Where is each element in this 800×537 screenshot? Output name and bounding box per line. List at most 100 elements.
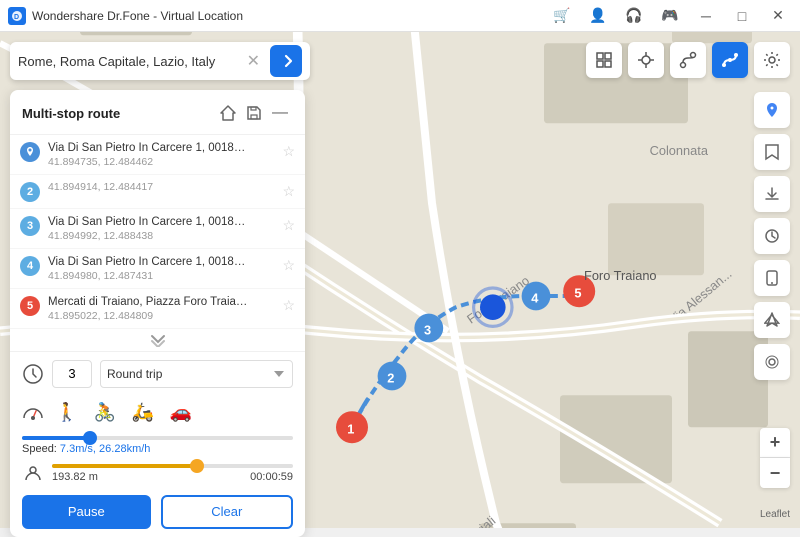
route-details-3: Via Di San Pietro In Carcere 1, 00187...… <box>48 215 282 242</box>
speed-slider-track[interactable] <box>22 436 293 440</box>
dist-slider-wrap: 193.82 m 00:00:59 <box>52 464 293 483</box>
svg-text:4: 4 <box>531 290 539 305</box>
transport-walk[interactable]: 🚶 <box>52 398 82 428</box>
game-icon[interactable]: 🎮 <box>656 5 684 27</box>
route-addr-4: Via Di San Pietro In Carcere 1, 00187... <box>48 255 248 270</box>
route-addr-3: Via Di San Pietro In Carcere 1, 00187... <box>48 215 248 230</box>
speed-kmh: 26.28km/h <box>99 443 150 455</box>
clock-icon <box>22 363 44 385</box>
main-area: Comune di Roma Mercati Ristorante Ulpia … <box>0 32 800 528</box>
cart-icon[interactable]: 🛒 <box>548 5 576 27</box>
trip-row: Round trip One way Infinite loop <box>22 360 293 388</box>
speed-row: Speed: 7.3m/s, 26.28km/h <box>22 436 293 455</box>
zoom-out-button[interactable]: − <box>760 458 790 488</box>
panel-export-button[interactable] <box>215 100 241 126</box>
route-details-5: Mercati di Traiano, Piazza Foro Traian..… <box>48 295 282 322</box>
search-input[interactable] <box>18 54 243 69</box>
route-num-1 <box>20 142 40 162</box>
route-num-2: 2 <box>20 182 40 202</box>
route-details-1: Via Di San Pietro In Carcere 1, 00186 Ro… <box>48 141 282 168</box>
trip-type-select[interactable]: Round trip One way Infinite loop <box>100 360 293 388</box>
route-num-3: 3 <box>20 216 40 236</box>
panel-save-button[interactable] <box>241 100 267 126</box>
route-num-4: 4 <box>20 256 40 276</box>
distance-slider-track[interactable] <box>52 464 293 468</box>
transport-scooter[interactable]: 🛵 <box>128 398 158 428</box>
speed-slider-wrap <box>22 436 293 440</box>
phone-button[interactable] <box>754 260 790 296</box>
route-coords-1: 41.894735, 12.484462 <box>48 156 282 168</box>
panel-header: Multi-stop route — <box>10 90 305 135</box>
chevron-down-icon <box>148 333 168 347</box>
minimize-button[interactable]: ─ <box>692 5 720 27</box>
route-coords-5: 41.895022, 12.484809 <box>48 310 282 322</box>
svg-text:3: 3 <box>424 322 431 337</box>
svg-text:Foro Traiano: Foro Traiano <box>584 268 657 283</box>
controls-area: Round trip One way Infinite loop 🚶 🚴 🛵 🚗 <box>10 352 305 537</box>
distance-row: 193.82 m 00:00:59 <box>22 463 293 485</box>
close-button[interactable]: ✕ <box>764 5 792 27</box>
search-submit-button[interactable] <box>270 45 302 77</box>
distance-time: 00:00:59 <box>250 471 293 483</box>
distance-icon <box>22 463 44 485</box>
route-star-1[interactable]: ☆ <box>282 143 295 160</box>
zoom-in-button[interactable]: + <box>760 428 790 458</box>
chevron-row[interactable] <box>10 329 305 352</box>
app-logo: D <box>8 7 26 25</box>
route-details-4: Via Di San Pietro In Carcere 1, 00187...… <box>48 255 282 282</box>
route-item: Via Di San Pietro In Carcere 1, 00186 Ro… <box>10 135 305 175</box>
headset-icon[interactable]: 🎧 <box>620 5 648 27</box>
pause-button[interactable]: Pause <box>22 495 151 529</box>
svg-text:2: 2 <box>387 370 394 385</box>
map-tool-multistop[interactable] <box>712 42 748 78</box>
map-tool-settings[interactable] <box>754 42 790 78</box>
location-button[interactable] <box>754 344 790 380</box>
map-toolbar <box>586 42 790 78</box>
route-addr-5: Mercati di Traiano, Piazza Foro Traian..… <box>48 295 248 310</box>
title-bar: D Wondershare Dr.Fone - Virtual Location… <box>0 0 800 32</box>
transport-car[interactable]: 🚗 <box>166 398 196 428</box>
route-coords-2: 41.894914, 12.484417 <box>48 181 282 193</box>
maximize-button[interactable]: □ <box>728 5 756 27</box>
svg-text:1: 1 <box>347 422 354 437</box>
route-details-2: 41.894914, 12.484417 <box>48 181 282 193</box>
app-title: Wondershare Dr.Fone - Virtual Location <box>32 9 548 23</box>
transport-row: 🚶 🚴 🛵 🚗 <box>22 398 293 428</box>
bookmark-button[interactable] <box>754 134 790 170</box>
leaflet-badge: Leaflet <box>760 509 790 520</box>
distance-label: 193.82 m 00:00:59 <box>52 471 293 483</box>
route-star-2[interactable]: ☆ <box>282 183 295 200</box>
map-tool-route[interactable] <box>670 42 706 78</box>
transport-bike[interactable]: 🚴 <box>90 398 120 428</box>
svg-text:Colonnata: Colonnata <box>650 143 709 158</box>
trip-count-input[interactable] <box>52 360 92 388</box>
search-bar: ✕ <box>10 42 310 80</box>
clear-button[interactable]: Clear <box>161 495 294 529</box>
route-num-5: 5 <box>20 296 40 316</box>
navigation-button[interactable] <box>754 302 790 338</box>
route-list: Via Di San Pietro In Carcere 1, 00186 Ro… <box>10 135 305 329</box>
user-icon[interactable]: 👤 <box>584 5 612 27</box>
speed-label: Speed: 7.3m/s, 26.28km/h <box>22 443 293 455</box>
map-tool-grid[interactable] <box>586 42 622 78</box>
route-item: 4 Via Di San Pietro In Carcere 1, 00187.… <box>10 249 305 289</box>
panel-collapse-button[interactable]: — <box>267 100 293 126</box>
route-coords-3: 41.894992, 12.488438 <box>48 230 282 242</box>
google-maps-button[interactable] <box>754 92 790 128</box>
download-button[interactable] <box>754 176 790 212</box>
speed-value: 7.3m/s, <box>60 443 99 455</box>
panel-title: Multi-stop route <box>22 106 215 121</box>
route-star-4[interactable]: ☆ <box>282 257 295 274</box>
route-star-3[interactable]: ☆ <box>282 217 295 234</box>
route-coords-4: 41.894980, 12.487431 <box>48 270 282 282</box>
clock-button[interactable] <box>754 218 790 254</box>
svg-text:D: D <box>14 14 19 21</box>
action-buttons: Pause Clear <box>22 495 293 529</box>
route-star-5[interactable]: ☆ <box>282 297 295 314</box>
route-item: 3 Via Di San Pietro In Carcere 1, 00187.… <box>10 209 305 249</box>
titlebar-controls: 🛒 👤 🎧 🎮 ─ □ ✕ <box>548 5 792 27</box>
map-tool-crosshair[interactable] <box>628 42 664 78</box>
right-sidebar <box>754 92 790 380</box>
route-item: 2 41.894914, 12.484417 ☆ <box>10 175 305 209</box>
search-clear-button[interactable]: ✕ <box>243 51 264 71</box>
